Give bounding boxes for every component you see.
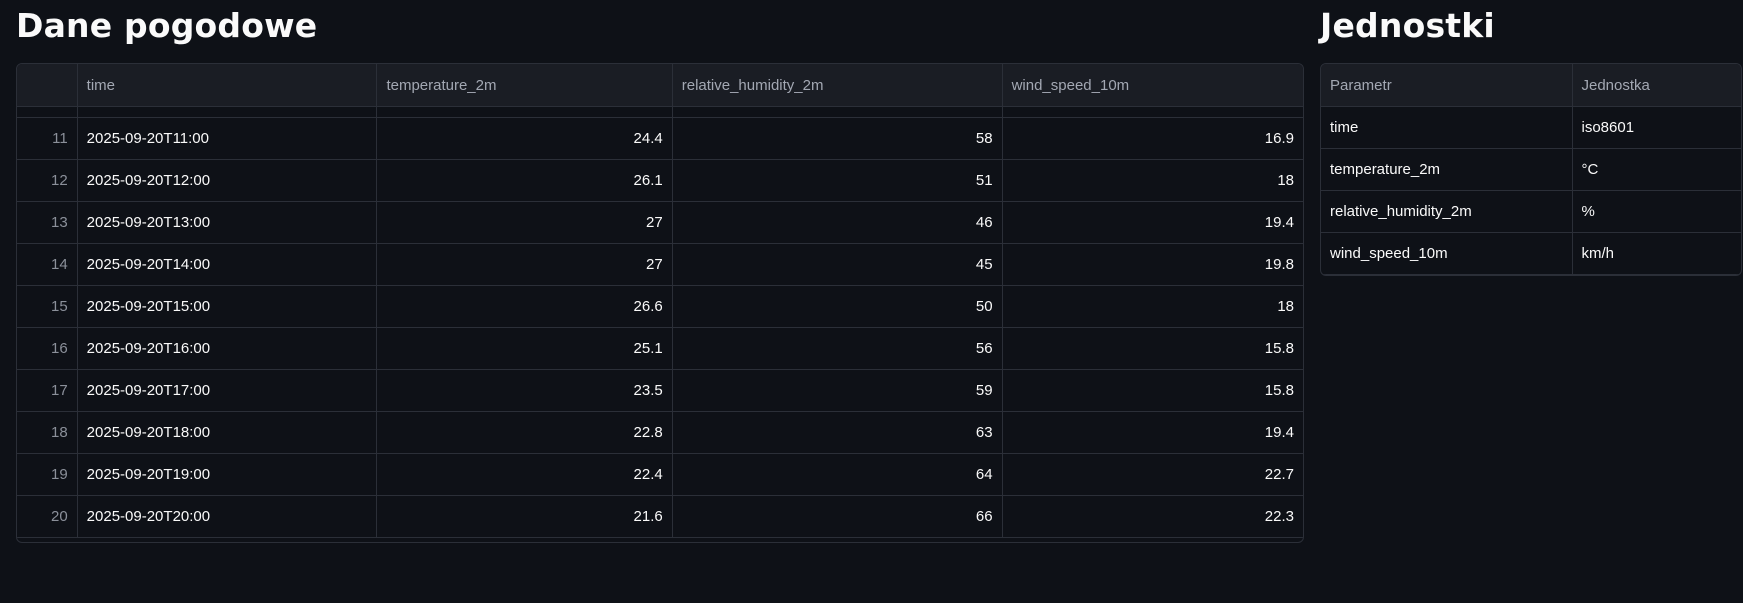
cell-time[interactable]: 2025-09-20T20:00	[77, 495, 378, 538]
weather-data-table[interactable]: time temperature_2m relative_humidity_2m…	[16, 63, 1304, 543]
cell-humidity[interactable]: 64	[672, 453, 1003, 496]
row-index: 20	[17, 495, 78, 538]
column-header-parameter[interactable]: Parametr	[1321, 64, 1573, 107]
row-index: 12	[17, 159, 78, 202]
cell-temperature[interactable]: 24.4	[376, 117, 673, 160]
row-index: 15	[17, 285, 78, 328]
table-row[interactable]: time iso8601	[1321, 106, 1741, 149]
cell-wind-speed[interactable]: 15.8	[1002, 327, 1303, 370]
cell-time[interactable]: 2025-09-20T18:00	[77, 411, 378, 454]
cell-wind-speed[interactable]: 22.3	[1002, 495, 1303, 538]
cell-humidity[interactable]: 59	[672, 369, 1003, 412]
cell-wind-speed[interactable]: 22.7	[1002, 453, 1303, 496]
cell-temperature[interactable]: 25.1	[376, 327, 673, 370]
cell-humidity[interactable]: 63	[672, 411, 1003, 454]
row-index: 13	[17, 201, 78, 244]
cell-wind-speed[interactable]: 16.9	[1002, 117, 1303, 160]
units-title: Jednostki	[1320, 6, 1495, 45]
column-header-index[interactable]	[17, 64, 78, 107]
cell-unit[interactable]: iso8601	[1572, 106, 1741, 149]
table-row[interactable]: 11 2025-09-20T11:00 24.4 58 16.9	[17, 117, 1303, 160]
table-header-row: time temperature_2m relative_humidity_2m…	[17, 64, 1303, 107]
cell-temperature[interactable]: 22.8	[376, 411, 673, 454]
cell-parameter[interactable]: temperature_2m	[1321, 148, 1573, 191]
cell-temperature[interactable]: 27	[376, 201, 673, 244]
cell-humidity[interactable]: 56	[672, 327, 1003, 370]
cell-time[interactable]: 2025-09-20T16:00	[77, 327, 378, 370]
cell-temperature[interactable]: 26.1	[376, 159, 673, 202]
column-header-temperature[interactable]: temperature_2m	[376, 64, 673, 107]
cell-humidity[interactable]: 46	[672, 201, 1003, 244]
cell-time[interactable]: 2025-09-20T14:00	[77, 243, 378, 286]
cell-time[interactable]: 2025-09-20T19:00	[77, 453, 378, 496]
weather-data-title: Dane pogodowe	[16, 6, 318, 45]
cell-temperature[interactable]: 22.4	[376, 453, 673, 496]
cell-temperature[interactable]: 21.6	[376, 495, 673, 538]
cell-wind-speed[interactable]: 19.4	[1002, 411, 1303, 454]
cell-humidity[interactable]: 45	[672, 243, 1003, 286]
cell-temperature[interactable]: 27	[376, 243, 673, 286]
cell-humidity[interactable]: 51	[672, 159, 1003, 202]
cell-humidity[interactable]: 58	[672, 117, 1003, 160]
cell-time[interactable]: 2025-09-20T15:00	[77, 285, 378, 328]
cell-time[interactable]: 2025-09-20T11:00	[77, 117, 378, 160]
cell-unit[interactable]: km/h	[1572, 232, 1741, 275]
cell-time[interactable]: 2025-09-20T12:00	[77, 159, 378, 202]
cell-wind-speed[interactable]: 18	[1002, 159, 1303, 202]
row-index: 16	[17, 327, 78, 370]
table-row[interactable]: 17 2025-09-20T17:00 23.5 59 15.8	[17, 369, 1303, 412]
cell-unit[interactable]: °C	[1572, 148, 1741, 191]
scrolled-row-fragment	[17, 106, 1303, 118]
column-header-wind-speed[interactable]: wind_speed_10m	[1002, 64, 1303, 107]
cell-parameter[interactable]: relative_humidity_2m	[1321, 190, 1573, 233]
cell-time[interactable]: 2025-09-20T17:00	[77, 369, 378, 412]
cell-wind-speed[interactable]: 18	[1002, 285, 1303, 328]
table-row[interactable]: relative_humidity_2m %	[1321, 190, 1741, 233]
table-row[interactable]: 15 2025-09-20T15:00 26.6 50 18	[17, 285, 1303, 328]
table-row[interactable]: 14 2025-09-20T14:00 27 45 19.8	[17, 243, 1303, 286]
row-index: 11	[17, 117, 78, 160]
table-header-row: Parametr Jednostka	[1321, 64, 1741, 107]
table-row[interactable]: 12 2025-09-20T12:00 26.1 51 18	[17, 159, 1303, 202]
table-row[interactable]: wind_speed_10m km/h	[1321, 232, 1741, 275]
cell-parameter[interactable]: time	[1321, 106, 1573, 149]
units-table[interactable]: Parametr Jednostka time iso8601 temperat…	[1320, 63, 1742, 276]
table-row[interactable]: 19 2025-09-20T19:00 22.4 64 22.7	[17, 453, 1303, 496]
table-row[interactable]: 13 2025-09-20T13:00 27 46 19.4	[17, 201, 1303, 244]
table-row[interactable]: 20 2025-09-20T20:00 21.6 66 22.3	[17, 495, 1303, 538]
cell-wind-speed[interactable]: 19.8	[1002, 243, 1303, 286]
cell-time[interactable]: 2025-09-20T13:00	[77, 201, 378, 244]
column-header-humidity[interactable]: relative_humidity_2m	[672, 64, 1003, 107]
table-row[interactable]: 16 2025-09-20T16:00 25.1 56 15.8	[17, 327, 1303, 370]
row-index: 19	[17, 453, 78, 496]
table-row[interactable]: 18 2025-09-20T18:00 22.8 63 19.4	[17, 411, 1303, 454]
cell-unit[interactable]: %	[1572, 190, 1741, 233]
cell-humidity[interactable]: 50	[672, 285, 1003, 328]
cell-temperature[interactable]: 23.5	[376, 369, 673, 412]
table-row[interactable]: temperature_2m °C	[1321, 148, 1741, 191]
row-index: 18	[17, 411, 78, 454]
column-header-unit[interactable]: Jednostka	[1572, 64, 1741, 107]
column-header-time[interactable]: time	[77, 64, 378, 107]
cell-temperature[interactable]: 26.6	[376, 285, 673, 328]
cell-wind-speed[interactable]: 15.8	[1002, 369, 1303, 412]
cell-parameter[interactable]: wind_speed_10m	[1321, 232, 1573, 275]
row-index: 17	[17, 369, 78, 412]
cell-wind-speed[interactable]: 19.4	[1002, 201, 1303, 244]
row-index: 14	[17, 243, 78, 286]
cell-humidity[interactable]: 66	[672, 495, 1003, 538]
